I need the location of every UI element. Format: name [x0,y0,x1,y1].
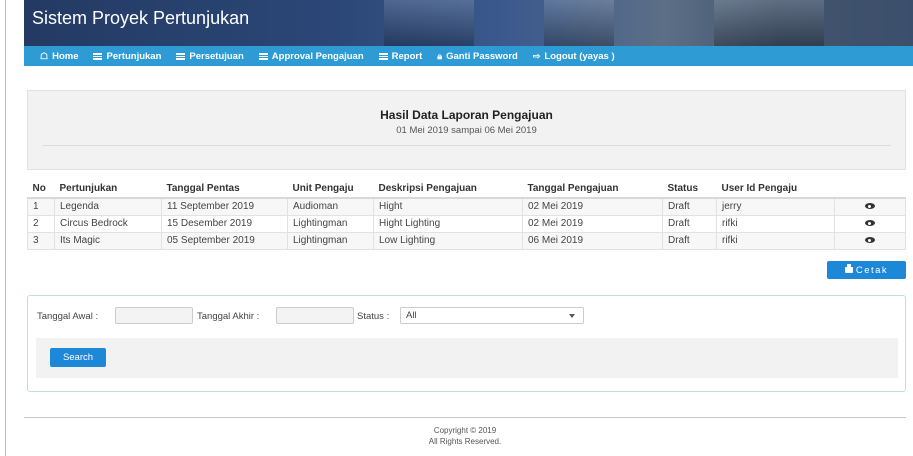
divider [42,145,891,146]
bars-icon [378,52,388,60]
nav-logout[interactable]: ⇨ Logout (yayas ) [533,51,615,62]
eye-icon[interactable] [865,237,875,243]
column-header: No [27,180,55,199]
table-row: 3 Its Magic 05 September 2019 Lightingma… [27,231,906,250]
cell-pertunjukan: Circus Bedrock [54,214,162,233]
status-select[interactable]: All [400,307,584,324]
table-header-row: No Pertunjukan Tanggal Pentas Unit Penga… [27,180,906,199]
tanggal-awal-label: Tanggal Awal : [37,311,99,322]
nav-ganti-password[interactable]: 🔒︎ Ganti Password [437,51,518,62]
cetak-button[interactable]: Cetak [827,261,906,279]
nav-label: Persetujuan [189,50,244,62]
nav-label: Logout (yayas ) [544,50,615,62]
cell-status: Draft [662,197,717,216]
search-bar: Search [36,338,898,378]
cell-user-id: rifki [716,231,835,250]
cell-user-id: jerry [716,197,835,216]
pengajuan-table: No Pertunjukan Tanggal Pentas Unit Penga… [27,180,906,250]
nav-label: Report [391,50,423,62]
cell-deskripsi: Hight Lighting [373,214,523,233]
tanggal-akhir-label: Tanggal Akhir : [197,311,260,322]
cell-deskripsi: Hight [373,197,523,216]
cell-status: Draft [662,214,717,233]
copyright-text: Copyright © 2019 [433,426,497,435]
column-header [834,180,906,199]
tanggal-akhir-input[interactable] [276,307,354,324]
nav-home[interactable]: ☖ Home [40,51,78,62]
column-header: User Id Pengaju [716,180,835,199]
cell-tanggal-pentas: 15 Desember 2019 [161,214,288,233]
column-header: Status [662,180,717,199]
table-row: 1 Legenda 11 September 2019 Audioman Hig… [27,197,906,216]
column-header: Unit Pengaju [287,180,374,199]
app-header: Sistem Proyek Pertunjukan [24,0,913,46]
nav-label: Home [52,50,79,62]
report-title: Hasil Data Laporan Pengajuan [380,108,553,122]
table-row: 2 Circus Bedrock 15 Desember 2019 Lighti… [27,214,906,233]
nav-persetujuan[interactable]: Persetujuan [176,50,244,62]
app-title: Sistem Proyek Pertunjukan [32,8,250,28]
cell-tanggal-pengajuan: 02 Mei 2019 [522,197,663,216]
cell-status: Draft [662,231,717,250]
tanggal-awal-input[interactable] [115,307,193,324]
main-nav: ☖ Home Pertunjukan Persetujuan Approval … [24,46,913,66]
column-header: Deskripsi Pengajuan [373,180,523,199]
home-icon: ☖ [40,50,49,61]
cell-tanggal-pengajuan: 06 Mei 2019 [522,231,663,250]
cell-tanggal-pentas: 05 September 2019 [161,231,288,250]
bars-icon [93,52,103,60]
header-banner-decoration [714,0,824,46]
column-header: Tanggal Pengajuan [522,180,663,199]
nav-approval-pengajuan[interactable]: Approval Pengajuan [258,50,364,62]
rights-text: All Rights Reserved. [428,437,502,446]
header-banner-decoration [384,0,474,46]
bars-icon [258,52,268,60]
view-action[interactable] [834,214,906,233]
eye-icon[interactable] [865,203,875,210]
bars-icon [176,52,186,60]
cell-unit-pengaju: Lightingman [287,231,374,250]
cell-pertunjukan: Its Magic [54,231,162,250]
cell-user-id: rifki [716,214,835,233]
cell-tanggal-pengajuan: 02 Mei 2019 [522,214,663,233]
report-date-range: 01 Mei 2019 sampai 06 Mei 2019 [396,125,537,136]
printer-icon [844,264,853,273]
search-button[interactable]: Search [50,348,106,367]
column-header: Tanggal Pentas [161,180,288,199]
cell-unit-pengaju: Audioman [287,197,374,216]
cell-pertunjukan: Legenda [54,197,162,216]
view-action[interactable] [834,231,906,250]
footer-divider [24,417,906,418]
column-header: Pertunjukan [54,180,162,199]
footer: Copyright © 2019 All Rights Reserved. [24,425,906,447]
chevron-down-icon [569,314,575,318]
cell-no: 1 [27,197,55,216]
nav-label: Approval Pengajuan [271,50,364,62]
view-action[interactable] [834,197,906,216]
logout-icon: ⇨ [532,50,541,61]
nav-label: Pertunjukan [106,50,162,62]
filter-panel: Tanggal Awal : Tanggal Akhir : Status : … [27,295,906,392]
nav-pertunjukan[interactable]: Pertunjukan [93,51,161,62]
cell-no: 2 [27,214,55,233]
lock-icon: 🔒︎ [437,50,443,61]
cell-deskripsi: Low Lighting [373,231,523,250]
cell-tanggal-pentas: 11 September 2019 [161,197,288,216]
cell-unit-pengaju: Lightingman [287,214,374,233]
nav-report[interactable]: Report [378,50,423,62]
status-selected-value: All [406,310,417,321]
report-summary-panel: Hasil Data Laporan Pengajuan 01 Mei 2019… [27,90,906,170]
cetak-label: Cetak [855,264,889,276]
nav-label: Ganti Password [446,50,518,62]
status-label: Status : [357,311,390,322]
eye-icon[interactable] [865,220,875,226]
cell-no: 3 [27,231,55,250]
header-banner-decoration [544,0,614,46]
